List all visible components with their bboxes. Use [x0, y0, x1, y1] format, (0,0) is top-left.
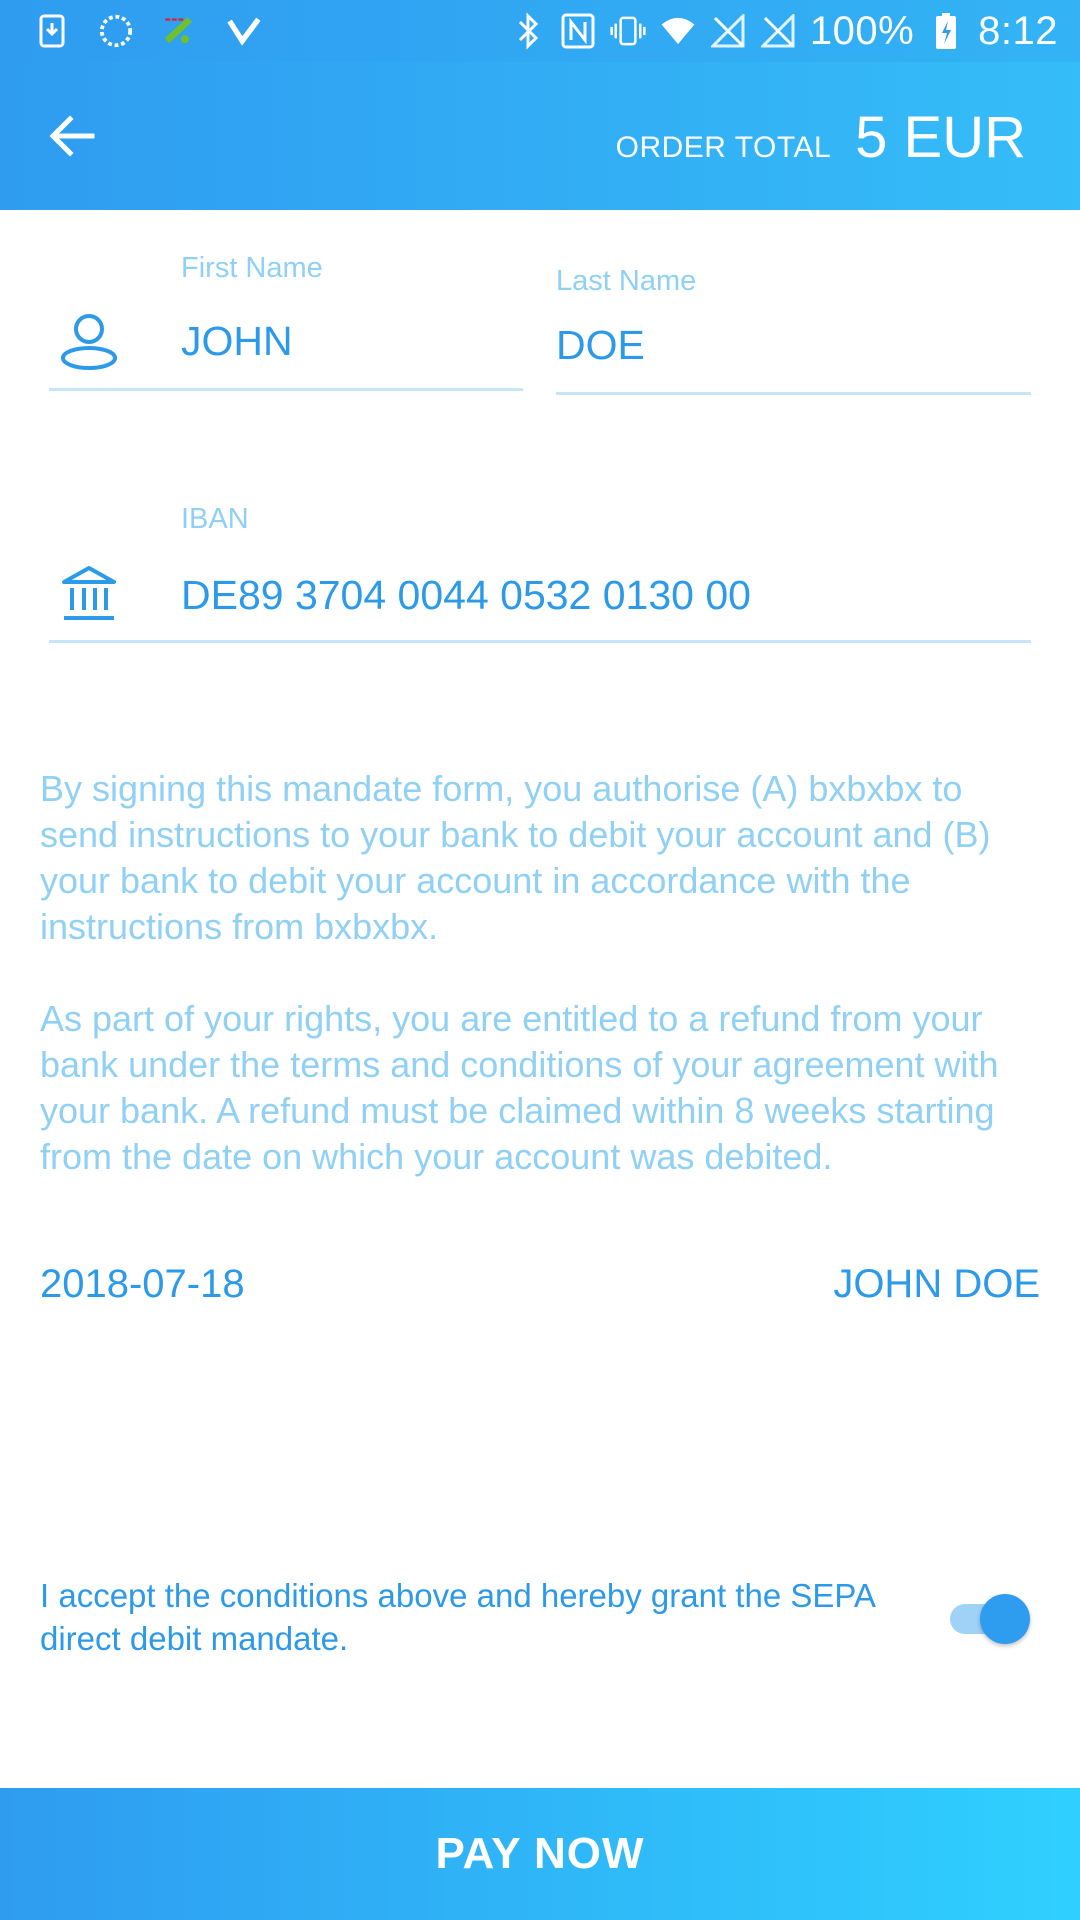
first-name-underline — [49, 388, 523, 391]
download-icon — [34, 13, 70, 49]
order-total: ORDER TOTAL 5 EUR — [616, 104, 1026, 171]
first-name-field[interactable]: JOHN — [181, 318, 293, 365]
wifi-icon — [660, 13, 696, 49]
status-bar: 100% 8:12 — [0, 0, 1080, 62]
check-icon — [226, 13, 262, 49]
order-total-amount: 5 EUR — [855, 105, 1026, 170]
clock: 8:12 — [978, 8, 1058, 53]
bluetooth-icon — [510, 12, 546, 50]
no-sim-2-icon — [760, 13, 796, 49]
mandate-paragraph-1: By signing this mandate form, you author… — [40, 768, 991, 947]
pay-now-button[interactable]: PAY NOW — [0, 1788, 1080, 1920]
loading-icon — [98, 13, 134, 49]
iban-underline — [49, 640, 1031, 643]
app-bar: ORDER TOTAL 5 EUR — [0, 62, 1080, 210]
battery-icon — [928, 13, 964, 49]
iban-field[interactable]: DE89 3704 0044 0532 0130 00 — [181, 572, 751, 619]
battery-percent: 100% — [809, 8, 915, 53]
last-name-label: Last Name — [556, 265, 697, 297]
iban-label: IBAN — [181, 503, 249, 535]
accept-mandate-toggle[interactable] — [946, 1590, 1032, 1646]
back-button[interactable] — [36, 100, 108, 172]
first-name-label: First Name — [181, 252, 323, 284]
order-total-label: ORDER TOTAL — [615, 131, 832, 164]
no-sim-icon — [710, 13, 746, 49]
fake-gps-icon — [162, 13, 198, 49]
mandate-paragraph-2: As part of your rights, you are entitled… — [40, 998, 999, 1177]
person-icon — [58, 308, 122, 372]
nfc-icon — [560, 13, 596, 49]
signature-row: 2018-07-18 JOHN DOE — [40, 1262, 1040, 1307]
back-arrow-icon — [49, 115, 95, 157]
vibrate-icon — [610, 13, 646, 49]
last-name-field[interactable]: DOE — [556, 322, 645, 369]
mandate-date: 2018-07-18 — [40, 1262, 245, 1306]
signer-name: JOHN DOE — [833, 1262, 1040, 1306]
last-name-underline — [556, 392, 1031, 395]
accept-conditions-text: I accept the conditions above and hereby… — [40, 1577, 875, 1657]
toggle-thumb — [980, 1594, 1030, 1644]
bank-icon — [58, 562, 122, 626]
